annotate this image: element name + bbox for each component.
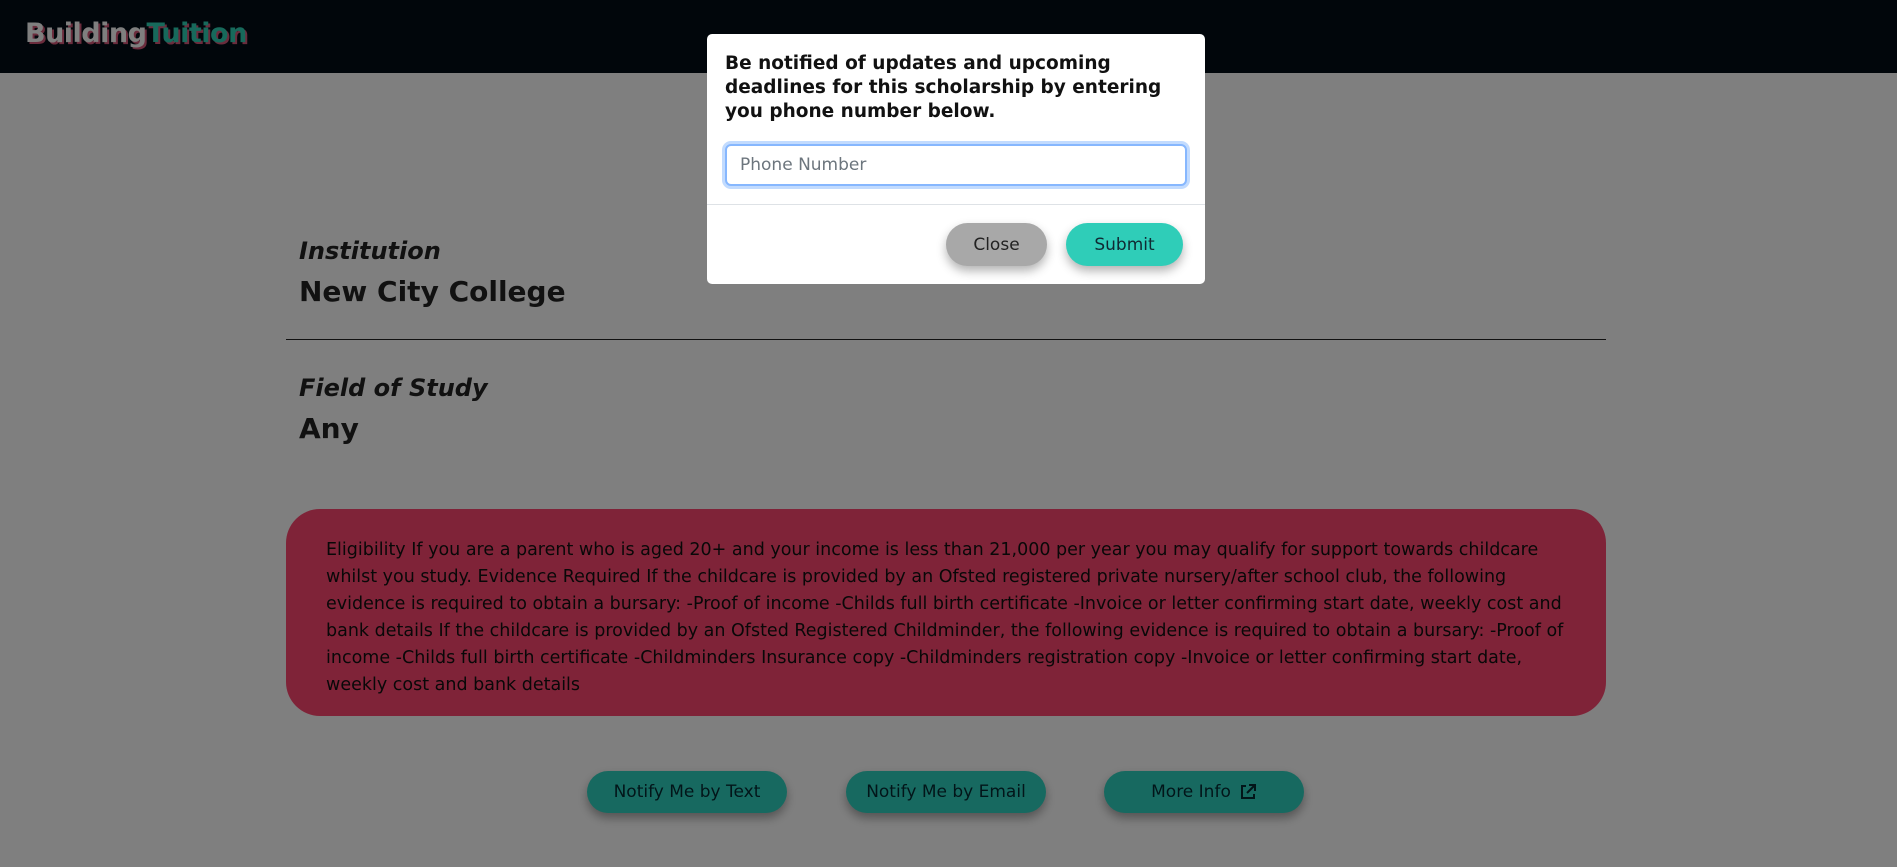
phone-number-input[interactable] — [725, 144, 1187, 186]
submit-button[interactable]: Submit — [1066, 223, 1183, 266]
phone-notify-modal: Be notified of updates and upcoming dead… — [707, 34, 1205, 284]
modal-footer-divider — [707, 204, 1205, 205]
modal-message: Be notified of updates and upcoming dead… — [725, 53, 1162, 122]
close-button[interactable]: Close — [946, 223, 1047, 266]
